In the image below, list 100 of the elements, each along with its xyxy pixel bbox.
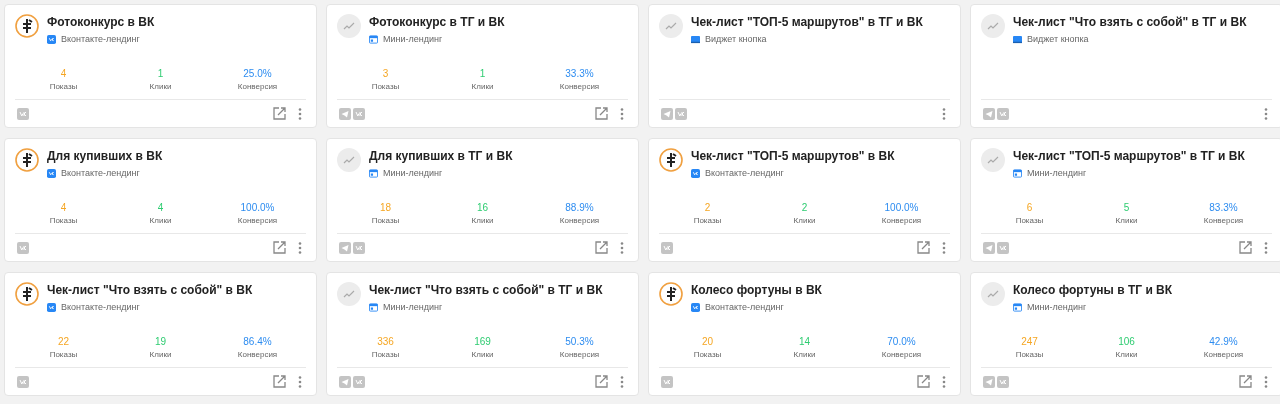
- browser-window-icon: [369, 302, 378, 312]
- open-link-icon[interactable]: [1239, 241, 1252, 255]
- telegram-icon: [983, 375, 995, 388]
- browser-window-icon: [1013, 302, 1022, 312]
- more-icon[interactable]: [620, 375, 624, 388]
- stat-value: 1: [157, 67, 164, 79]
- stat-label: Конверсия: [559, 215, 600, 225]
- widget-icon: [691, 34, 700, 44]
- stat-label: Клики: [793, 349, 816, 359]
- vk-icon: [353, 107, 365, 120]
- more-icon[interactable]: [298, 241, 302, 254]
- vk-icon: [997, 107, 1009, 120]
- card-title: Чек-лист "Что взять с собой" в ТГ и ВК: [1013, 15, 1247, 29]
- trend-icon: [337, 14, 361, 38]
- more-icon[interactable]: [298, 107, 302, 120]
- card-title: Чек-лист "Что взять с собой" в ВК: [47, 283, 253, 297]
- open-link-icon[interactable]: [1239, 375, 1252, 389]
- card-title: Для купивших в ТГ и ВК: [369, 149, 513, 163]
- stat-value: 83.3%: [1209, 201, 1238, 213]
- card-type: Вконтакте-лендинг: [61, 302, 140, 312]
- stat-value: 1: [479, 67, 486, 79]
- logo-icon: [15, 282, 39, 306]
- stat-value: 19: [154, 335, 167, 347]
- more-icon[interactable]: [1264, 375, 1268, 388]
- vk-icon: [675, 107, 687, 120]
- browser-window-icon: [369, 34, 378, 44]
- vk-icon: [353, 241, 365, 254]
- more-icon[interactable]: [620, 241, 624, 254]
- stat-label: Конверсия: [237, 81, 278, 91]
- stat-value: 2: [801, 201, 808, 213]
- open-link-icon[interactable]: [917, 241, 930, 255]
- logo-icon: [15, 148, 39, 172]
- card-type: Мини-лендинг: [383, 168, 443, 178]
- card-type: Виджет кнопка: [705, 34, 767, 44]
- stat-label: Конверсия: [881, 349, 922, 359]
- more-icon[interactable]: [298, 375, 302, 388]
- card-title: Фотоконкурс в ВК: [47, 15, 155, 29]
- vk-icon: [47, 34, 56, 44]
- logo-icon: [659, 282, 683, 306]
- stat-label: Конверсия: [881, 215, 922, 225]
- trend-icon: [981, 282, 1005, 306]
- more-icon[interactable]: [1264, 241, 1268, 254]
- browser-window-icon: [1013, 168, 1022, 178]
- stat-value: 100.0%: [884, 201, 919, 213]
- card-type: Вконтакте-лендинг: [61, 168, 140, 178]
- open-link-icon[interactable]: [917, 375, 930, 389]
- stat-label: Показы: [49, 349, 78, 359]
- stat-value: 169: [474, 335, 491, 347]
- stat-label: Клики: [149, 81, 172, 91]
- card-title: Для купивших в ВК: [47, 149, 163, 163]
- card-title: Чек-лист "ТОП-5 маршрутов" в ТГ и ВК: [1013, 149, 1245, 163]
- stat-value: 247: [1021, 335, 1038, 347]
- stat-value: 88.9%: [565, 201, 594, 213]
- vk-icon: [997, 241, 1009, 254]
- vk-icon: [997, 375, 1009, 388]
- stat-label: Конверсия: [237, 349, 278, 359]
- open-link-icon[interactable]: [273, 241, 286, 255]
- trend-icon: [981, 14, 1005, 38]
- trend-icon: [337, 282, 361, 306]
- stat-value: 5: [1123, 201, 1130, 213]
- more-icon[interactable]: [942, 375, 946, 388]
- card-type: Виджет кнопка: [1027, 34, 1089, 44]
- card-type: Мини-лендинг: [1027, 302, 1087, 312]
- stat-label: Показы: [371, 349, 400, 359]
- stat-value: 3: [382, 67, 389, 79]
- open-link-icon[interactable]: [595, 375, 608, 389]
- more-icon[interactable]: [620, 107, 624, 120]
- stat-value: 100.0%: [240, 201, 275, 213]
- open-link-icon[interactable]: [595, 241, 608, 255]
- vk-icon: [47, 302, 56, 312]
- card-title: Чек-лист "Что взять с собой" в ТГ и ВК: [369, 283, 603, 297]
- stat-value: 2: [704, 201, 711, 213]
- stat-value: 4: [60, 201, 67, 213]
- more-icon[interactable]: [942, 107, 946, 120]
- open-link-icon[interactable]: [273, 107, 286, 121]
- telegram-icon: [983, 241, 995, 254]
- telegram-icon: [339, 241, 351, 254]
- vk-icon: [17, 375, 29, 388]
- vk-icon: [353, 375, 365, 388]
- telegram-icon: [661, 107, 673, 120]
- more-icon[interactable]: [942, 241, 946, 254]
- stat-value: 4: [157, 201, 164, 213]
- open-link-icon[interactable]: [273, 375, 286, 389]
- card-type: Мини-лендинг: [1027, 168, 1087, 178]
- stat-value: 25.0%: [243, 67, 272, 79]
- telegram-icon: [339, 107, 351, 120]
- card-type: Мини-лендинг: [383, 302, 443, 312]
- trend-icon: [337, 148, 361, 172]
- vk-icon: [661, 375, 673, 388]
- stat-value: 33.3%: [565, 67, 594, 79]
- stat-value: 16: [476, 201, 489, 213]
- widget-icon: [1013, 34, 1022, 44]
- card-title: Колесо фортуны в ВК: [691, 283, 822, 297]
- logo-icon: [659, 148, 683, 172]
- card-title: Фотоконкурс в ТГ и ВК: [369, 15, 505, 29]
- stat-label: Конверсия: [1203, 349, 1244, 359]
- open-link-icon[interactable]: [595, 107, 608, 121]
- more-icon[interactable]: [1264, 107, 1268, 120]
- card-type: Вконтакте-лендинг: [61, 34, 140, 44]
- stat-value: 50.3%: [565, 335, 594, 347]
